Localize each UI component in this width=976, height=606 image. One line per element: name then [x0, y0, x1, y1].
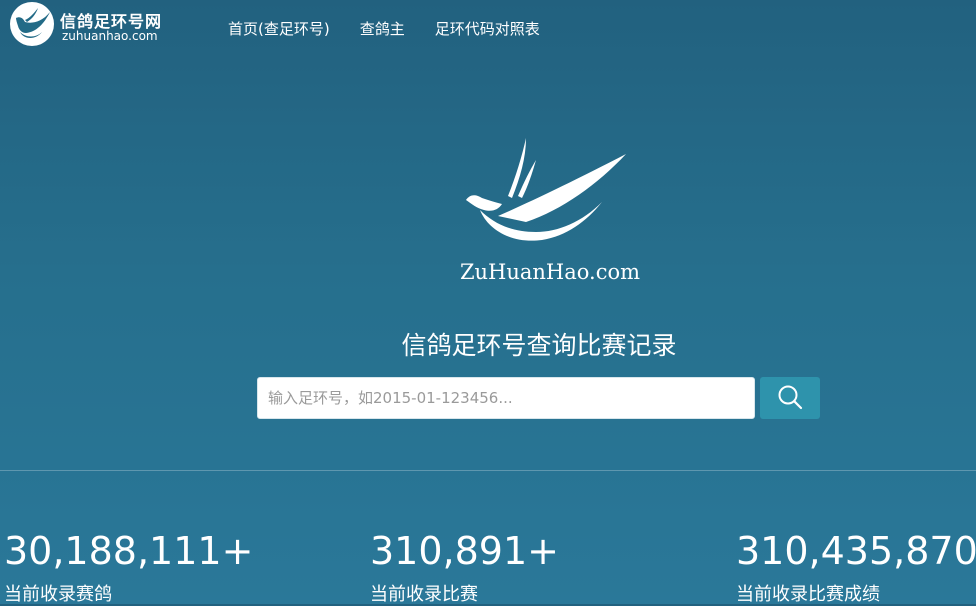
- stat-label: 当前收录比赛成绩: [736, 584, 880, 605]
- stat-pigeons: 30,188,111+ 当前收录赛鸽: [4, 528, 253, 606]
- stat-value: 30,188,111+: [4, 529, 254, 573]
- site-logo[interactable]: 信鸽足环号网 zuhuanhao.com: [10, 2, 180, 48]
- nav-ring-code-table[interactable]: 足环代码对照表: [435, 18, 540, 39]
- hero-title: 信鸽足环号查询比赛记录: [401, 331, 677, 360]
- nav-home[interactable]: 首页(查足环号): [228, 18, 330, 39]
- stat-value: 310,891+: [370, 529, 559, 573]
- hero-bird-logo-icon: [458, 132, 634, 252]
- stat-label: 当前收录赛鸽: [4, 584, 112, 605]
- search-icon: [776, 383, 804, 414]
- ring-number-search-input[interactable]: [257, 377, 755, 419]
- hero-domain-text: ZuHuanHao.com: [459, 260, 641, 284]
- site-header: 信鸽足环号网 zuhuanhao.com 首页(查足环号) 查鸽主 足环代码对照…: [0, 0, 976, 56]
- search-button[interactable]: [760, 377, 820, 419]
- stat-label: 当前收录比赛: [370, 584, 478, 605]
- section-divider: [0, 470, 976, 471]
- nav-owner-search[interactable]: 查鸽主: [360, 18, 405, 39]
- logo-domain: zuhuanhao.com: [62, 29, 158, 43]
- stat-races: 310,891+ 当前收录比赛: [370, 528, 559, 606]
- main-nav: 首页(查足环号) 查鸽主 足环代码对照表: [228, 18, 540, 39]
- stat-results: 310,435,870+ 当前收录比赛成绩: [736, 528, 976, 606]
- logo-bird-icon: [10, 2, 54, 46]
- stat-value: 310,435,870+: [736, 529, 976, 573]
